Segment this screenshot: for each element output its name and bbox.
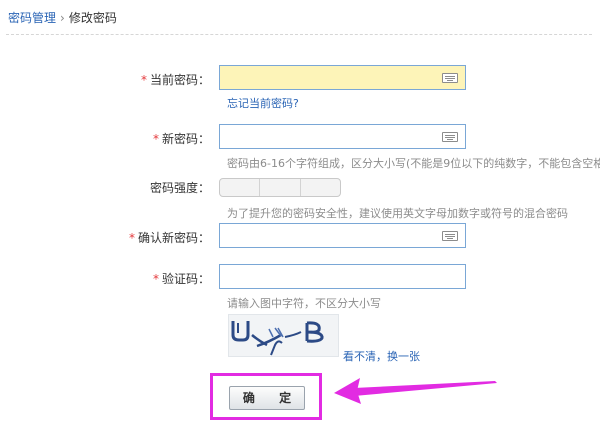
- password-strength-meter: [219, 178, 341, 197]
- required-mark: *: [152, 132, 159, 146]
- new-password-field[interactable]: [219, 124, 466, 149]
- breadcrumb-divider: [6, 34, 592, 35]
- breadcrumb: 密码管理 › 修改密码: [8, 10, 117, 26]
- strength-segment-weak: [220, 179, 261, 196]
- strength-segment-medium: [260, 179, 301, 196]
- confirm-highlight-box: 确 定: [210, 373, 322, 420]
- breadcrumb-password-management[interactable]: 密码管理: [8, 11, 56, 25]
- keyboard-icon[interactable]: [442, 73, 458, 83]
- password-strength-hint: 为了提升您的密码安全性，建议使用英文字母加数字或符号的混合密码: [227, 207, 568, 220]
- confirm-password-label: * 确认新密码：: [128, 231, 210, 245]
- new-password-label: * 新密码：: [152, 132, 210, 146]
- confirm-button[interactable]: 确 定: [229, 386, 305, 410]
- current-password-label: * 当前密码：: [140, 73, 210, 87]
- password-strength-label: 密码强度：: [149, 181, 210, 195]
- captcha-image[interactable]: [228, 314, 339, 357]
- forgot-password-link[interactable]: 忘记当前密码?: [227, 95, 299, 111]
- captcha-refresh-link[interactable]: 看不清，换一张: [343, 348, 420, 364]
- required-mark: *: [128, 231, 135, 245]
- keyboard-icon[interactable]: [442, 132, 458, 142]
- new-password-hint: 密码由6-16个字符组成，区分大小写(不能是9位以下的纯数字，不能包含空格): [227, 157, 600, 170]
- captcha-label: * 验证码：: [152, 272, 210, 286]
- keyboard-icon[interactable]: [442, 231, 458, 241]
- required-mark: *: [140, 73, 147, 87]
- breadcrumb-separator: ›: [60, 11, 65, 25]
- breadcrumb-current: 修改密码: [68, 11, 117, 25]
- captcha-hint: 请输入图中字符，不区分大小写: [227, 297, 381, 310]
- current-password-field[interactable]: [219, 65, 466, 90]
- arrow-left-icon: [334, 378, 497, 404]
- required-mark: *: [152, 272, 159, 286]
- strength-segment-strong: [301, 179, 340, 196]
- captcha-input[interactable]: [219, 264, 466, 289]
- confirm-password-field[interactable]: [219, 223, 466, 248]
- captcha-glyphs: [231, 321, 324, 356]
